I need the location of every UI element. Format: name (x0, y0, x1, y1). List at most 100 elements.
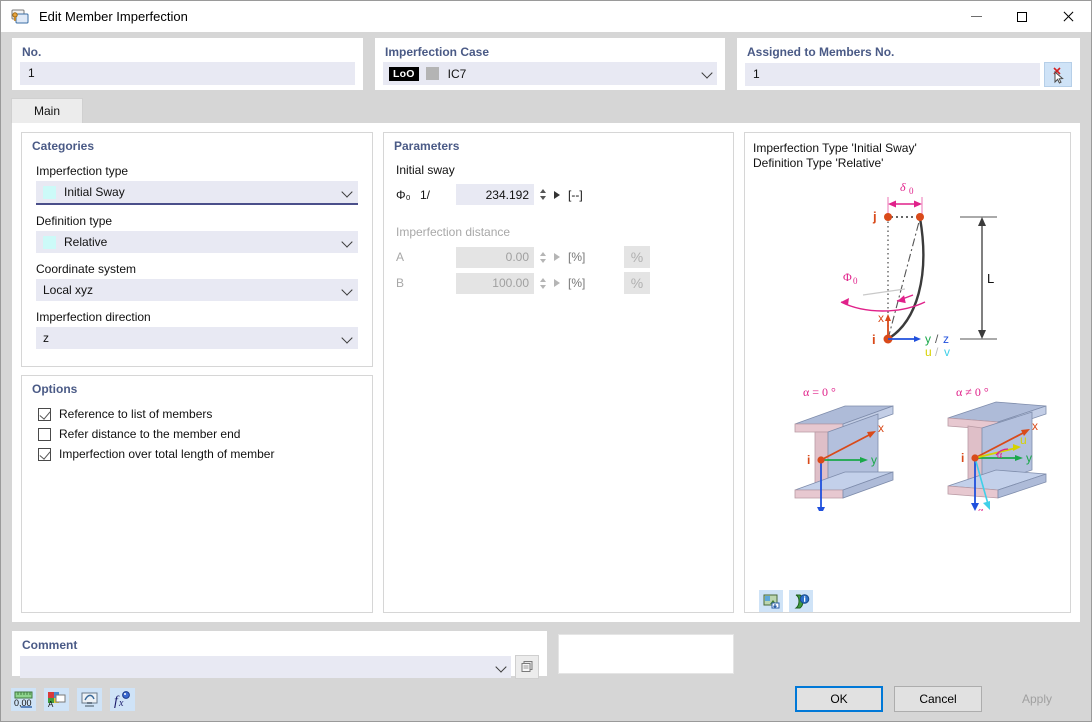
chevron-down-icon (342, 285, 353, 296)
formula-button[interactable]: f x (110, 687, 135, 711)
checkbox-total-length[interactable] (38, 447, 51, 461)
parameters-panel: Parameters Initial sway Φ₀ 1/ 234.192 [-… (383, 132, 734, 613)
footer-tools: 0,00 A f x (11, 687, 135, 711)
comment-panel: Comment (11, 630, 548, 679)
units-button[interactable]: 0,00 (11, 687, 36, 711)
svg-text:/: / (935, 345, 939, 359)
blank-panel (558, 634, 734, 674)
chevron-down-icon (342, 333, 353, 344)
svg-text:x: x (118, 698, 124, 708)
initial-sway-expand-icon[interactable] (554, 190, 560, 199)
option-refer-distance[interactable]: Refer distance to the member end (22, 424, 372, 444)
svg-text:A: A (48, 700, 54, 708)
pick-members-button[interactable] (1044, 62, 1072, 87)
imperfection-type-label: Imperfection type (36, 164, 129, 178)
type-color-swatch (43, 185, 56, 199)
member-imperfection-icon (10, 7, 30, 27)
initial-sway-stepper[interactable] (537, 184, 548, 205)
tab-main[interactable]: Main (11, 98, 84, 123)
imperfection-type-select[interactable]: Initial Sway (36, 181, 358, 205)
option-label: Imperfection over total length of member (59, 447, 275, 461)
distance-a-unit: [%] (568, 250, 586, 264)
imperfection-direction-label: Imperfection direction (36, 310, 151, 324)
svg-text:x: x (1032, 419, 1038, 433)
chevron-down-icon[interactable] (496, 662, 507, 673)
imperfection-direction-select[interactable]: z (36, 327, 358, 349)
coordinate-system-label: Coordinate system (36, 262, 137, 276)
ok-button[interactable]: OK (795, 686, 883, 712)
definition-type-value: Relative (64, 235, 108, 249)
minimize-icon (970, 16, 982, 17)
assigned-members-label: Assigned to Members No. (747, 45, 895, 59)
diagram-panel: Imperfection Type 'Initial Sway' Definit… (744, 132, 1071, 613)
edit-member-imperfection-dialog: Edit Member Imperfection No. 1 Imperfect… (0, 0, 1092, 722)
checkbox-reference-to-list[interactable] (38, 407, 51, 421)
pick-members-icon (1053, 66, 1064, 84)
case-color-swatch (425, 67, 439, 80)
distance-b-percent-button: % (624, 272, 650, 294)
number-input[interactable]: 1 (20, 62, 355, 85)
svg-text:u: u (1020, 433, 1027, 447)
cancel-button[interactable]: Cancel (894, 686, 982, 712)
option-label: Refer distance to the member end (59, 427, 241, 441)
chevron-down-icon (342, 237, 353, 248)
diagram-graphics: δ 0 j i Φ 0 x y / z u / v L α = 0 ° x y … (745, 171, 1070, 584)
definition-type-label: Definition type (36, 214, 113, 228)
tab-strip: Main (1, 91, 1091, 123)
categories-panel: Categories Imperfection type Initial Swa… (21, 132, 373, 367)
svg-text:x: x (878, 421, 884, 435)
imperfection-type-value: Initial Sway (64, 185, 125, 199)
definition-type-select[interactable]: Relative (36, 231, 358, 253)
svg-text:y: y (925, 332, 931, 346)
options-panel: Options Reference to list of members Ref… (21, 375, 373, 613)
svg-text:/: / (935, 332, 939, 346)
assigned-members-input[interactable]: 1 (745, 63, 1040, 86)
image-export-button[interactable] (759, 590, 783, 612)
svg-text:L: L (987, 271, 994, 286)
initial-sway-unit: [--] (568, 187, 583, 202)
formula-icon: f x (114, 690, 130, 708)
checkbox-refer-distance[interactable] (38, 427, 51, 441)
initial-sway-prefix: 1/ (420, 187, 431, 202)
initial-sway-row: Φ₀ 1/ 234.192 [--] (384, 182, 733, 207)
distance-b-unit: [%] (568, 276, 586, 290)
maximize-button[interactable] (999, 1, 1045, 32)
distance-b-input: 100.00 (456, 272, 534, 294)
distance-a-stepper (537, 247, 548, 268)
option-total-length[interactable]: Imperfection over total length of member (22, 444, 372, 464)
distance-a-input: 0.00 (456, 246, 534, 268)
svg-text:u: u (925, 345, 932, 359)
chevron-down-icon (342, 187, 353, 198)
display-properties-button[interactable]: A (44, 687, 69, 711)
distance-b-expand-icon (554, 279, 560, 287)
distance-b-stepper (537, 273, 548, 294)
distance-a-expand-icon (554, 253, 560, 261)
initial-sway-heading: Initial sway (396, 163, 455, 177)
visibility-button[interactable] (77, 687, 102, 711)
imperfection-case-label: Imperfection Case (385, 45, 490, 59)
definition-color-swatch (43, 235, 56, 249)
option-reference-to-list[interactable]: Reference to list of members (22, 404, 372, 424)
close-button[interactable] (1045, 1, 1091, 32)
minimize-button[interactable] (953, 1, 999, 32)
left-column: Categories Imperfection type Initial Swa… (21, 132, 373, 613)
footer: 0,00 A f x OK Cancel Apply (1, 677, 1091, 721)
distance-a-symbol: A (396, 250, 405, 264)
top-fields-row: No. 1 Imperfection Case LoO IC7 Assigned… (1, 32, 1091, 91)
comment-input[interactable] (20, 656, 511, 678)
svg-text:α: α (997, 450, 1003, 461)
initial-sway-input[interactable]: 234.192 (456, 184, 534, 205)
title-bar: Edit Member Imperfection (1, 1, 1091, 32)
imperfection-case-select[interactable]: LoO IC7 (383, 62, 717, 85)
diagram-buttons (745, 584, 1070, 612)
coordinate-system-select[interactable]: Local xyz (36, 279, 358, 301)
number-panel: No. 1 (11, 37, 364, 91)
comment-library-button[interactable] (515, 655, 539, 679)
info-button[interactable] (789, 590, 813, 612)
svg-text:y: y (871, 453, 877, 467)
svg-text:Φ: Φ (843, 270, 852, 284)
svg-text:0: 0 (853, 276, 858, 286)
units-icon: 0,00 (14, 691, 33, 708)
svg-text:α: α (978, 506, 984, 511)
svg-text:0: 0 (909, 186, 914, 196)
